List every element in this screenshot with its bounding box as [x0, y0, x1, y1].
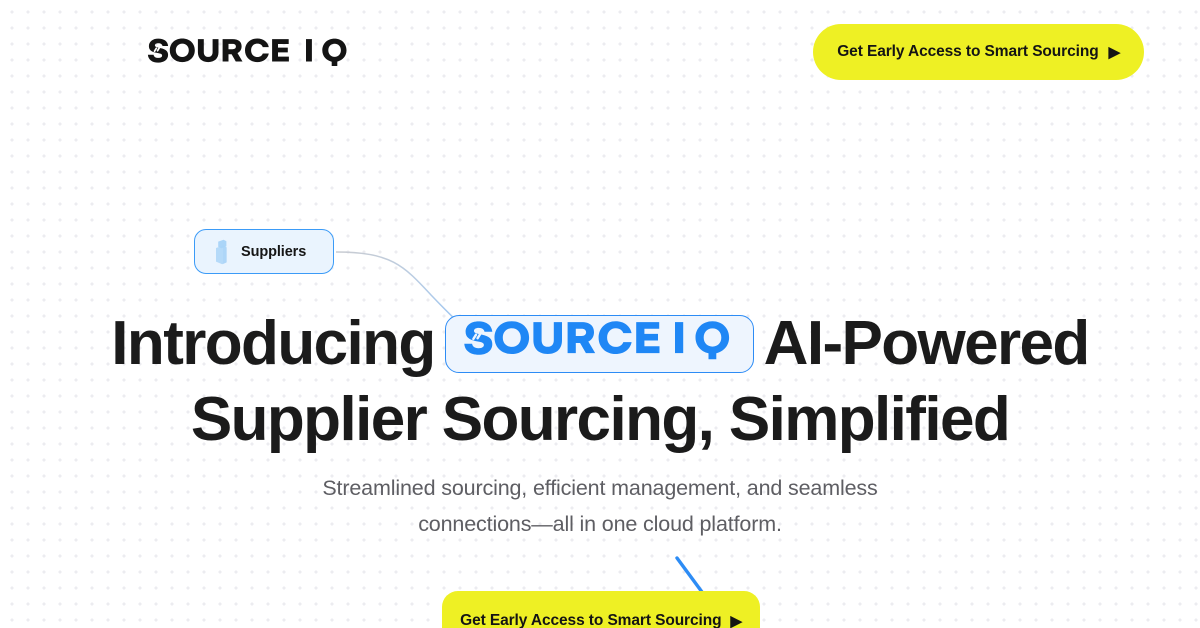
- suppliers-pill-label: Suppliers: [241, 243, 307, 260]
- cta-pointer-line: [675, 556, 704, 594]
- play-arrow-icon: ▶: [730, 612, 742, 628]
- hero-early-access-button[interactable]: Get Early Access to Smart Sourcing ▶: [442, 591, 760, 628]
- supplier-person-icon: [216, 239, 227, 264]
- subtitle-line-1: Streamlined sourcing, efficient manageme…: [322, 476, 878, 500]
- play-arrow-icon: ▶: [1108, 43, 1121, 61]
- headline-line-2: Supplier Sourcing, Simplified: [190, 385, 1011, 454]
- hero-subtitle: Streamlined sourcing, efficient manageme…: [0, 470, 1200, 542]
- headline-line-1: Introducing AI-Powered: [0, 306, 1200, 382]
- suppliers-annotation-pill[interactable]: Suppliers: [194, 229, 334, 274]
- source-iq-wordmark-icon: [147, 38, 289, 63]
- hero-cta-label: Get Early Access to Smart Sourcing: [460, 612, 722, 628]
- iq-mark-icon: [306, 38, 347, 66]
- hero-headline: Introducing AI-Powered Supplier Sourcing…: [0, 306, 1200, 458]
- subtitle-line-2: connections—all in one cloud platform.: [418, 512, 782, 536]
- header-cta-label: Get Early Access to Smart Sourcing: [837, 43, 1099, 60]
- headline-intro-text: Introducing: [111, 309, 436, 378]
- source-iq-inline-badge: [444, 314, 754, 373]
- landing-page-hero: Get Early Access to Smart Sourcing ▶ Sup…: [0, 0, 1200, 628]
- badge-iq-mark-icon: [674, 320, 729, 359]
- source-iq-logo[interactable]: [146, 38, 356, 66]
- source-iq-badge-wordmark-icon: [463, 320, 660, 355]
- header-early-access-button[interactable]: Get Early Access to Smart Sourcing ▶: [813, 24, 1144, 80]
- headline-ai-powered-text: AI-Powered: [763, 309, 1091, 378]
